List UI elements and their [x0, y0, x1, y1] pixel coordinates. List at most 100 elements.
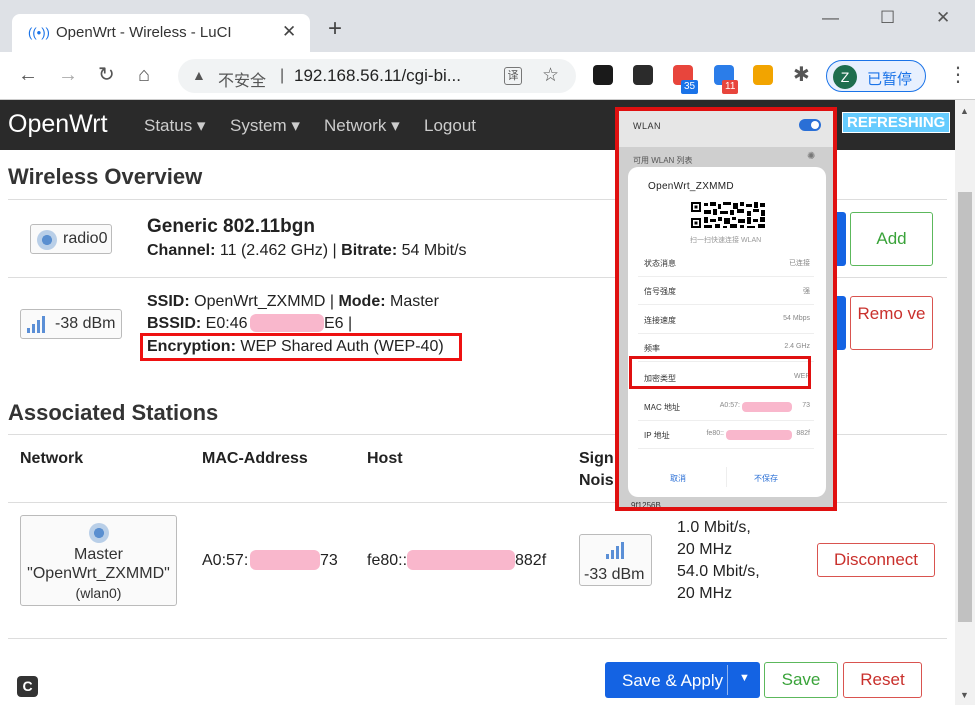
rate-line: 20 MHz	[677, 541, 733, 558]
redaction-mark	[407, 550, 515, 570]
rate-line: 54.0 Mbit/s,	[677, 563, 760, 580]
qr-code-icon	[690, 201, 766, 229]
omnibox-separator: |	[280, 67, 285, 84]
close-window-icon[interactable]: ✕	[936, 8, 950, 28]
bookmark-star-icon[interactable]: ☆	[542, 64, 559, 87]
c-logo-icon[interactable]: C	[17, 676, 38, 697]
row-value-suffix: 73	[802, 402, 810, 409]
station-signal-value: -33 dBm	[584, 566, 645, 583]
browser-toolbar: ← → ↻ ⌂ ▲ 不安全 | 192.168.56.11/cgi-bi... …	[0, 52, 975, 100]
save-button[interactable]: Save	[764, 662, 838, 698]
bssid-prefix: E0:46	[201, 315, 248, 332]
nav-system[interactable]: System ▾	[230, 116, 300, 136]
row-value: fe80::	[706, 430, 724, 437]
col-signal: Sign	[579, 450, 614, 467]
remove-button[interactable]: Remo ve	[850, 296, 933, 350]
mode-value: Master	[385, 293, 439, 310]
reload-icon[interactable]: ↻	[98, 64, 115, 86]
extension-icon[interactable]	[633, 65, 653, 85]
back-icon[interactable]: ←	[18, 64, 38, 86]
rate-line: 1.0 Mbit/s,	[677, 519, 751, 536]
avatar: Z	[833, 65, 857, 89]
row-value: 2.4 GHz	[784, 343, 810, 350]
phone-row-signal: 信号强度 强	[638, 277, 814, 305]
encryption-value: WEP Shared Auth (WEP-40)	[235, 338, 444, 355]
station-mode: Master	[74, 546, 123, 563]
host-suffix: 882f	[515, 552, 547, 569]
row-key: IP 地址	[644, 431, 670, 440]
add-button[interactable]: Add	[850, 212, 933, 266]
signal-button[interactable]: -38 dBm	[20, 309, 122, 339]
download-extension-icon[interactable]	[753, 65, 773, 85]
phone-row-ip: IP 地址 fe80:: 882f	[638, 421, 814, 449]
puzzle-extensions-icon[interactable]: ✱	[793, 64, 810, 86]
wifi-radio-icon	[89, 523, 109, 543]
scroll-up-icon[interactable]: ▲	[960, 106, 969, 116]
station-signal-button[interactable]: -33 dBm	[579, 534, 652, 586]
reset-button[interactable]: Reset	[843, 662, 922, 698]
url-text[interactable]: 192.168.56.11/cgi-bi...	[294, 66, 461, 86]
wifi-radio-icon	[37, 230, 57, 250]
nav-status[interactable]: Status ▾	[144, 116, 205, 136]
phone-row-speed: 连接速度 54 Mbps	[638, 306, 814, 334]
forward-icon[interactable]: →	[58, 64, 78, 86]
kebab-menu-icon[interactable]: ⋮	[948, 62, 968, 87]
dropdown-caret-icon[interactable]: ▼	[739, 672, 750, 684]
col-mac: MAC-Address	[202, 450, 308, 467]
scroll-down-icon[interactable]: ▼	[960, 690, 969, 700]
phone-qr-hint: 扫一扫快速连接 WLAN	[690, 237, 762, 244]
signal-bars-icon	[606, 541, 626, 559]
col-host: Host	[367, 450, 403, 467]
browser-title-bar: ((•)) OpenWrt - Wireless - LuCI ✕ + — ☐ …	[0, 0, 975, 52]
bssid-suffix: E6 |	[324, 315, 353, 332]
radio0-button[interactable]: radio0	[30, 224, 112, 254]
radio-label: radio0	[63, 230, 108, 247]
station-network-button[interactable]: Master "OpenWrt_ZXMMD" (wlan0)	[20, 515, 177, 606]
bitrate-label: Bitrate:	[341, 242, 398, 259]
phone-wlan-overlay: WLAN 可用 WLAN 列表 ✺ OpenWrt_ZXMMD 扫一扫快速连接 …	[615, 107, 837, 511]
save-apply-label: Save & Apply	[622, 671, 724, 690]
phone-forget-button[interactable]: 不保存	[754, 473, 778, 484]
signal-value: -38 dBm	[55, 315, 116, 332]
row-value-suffix: 882f	[796, 430, 810, 437]
ssid-label: SSID:	[147, 293, 190, 310]
signal-bars-icon	[27, 315, 47, 333]
page-scrollbar[interactable]: ▲ ▼	[955, 100, 975, 705]
button-divider	[726, 467, 727, 487]
scroll-thumb[interactable]	[958, 192, 972, 622]
encryption-label: Encryption:	[147, 338, 236, 355]
tab-close-icon[interactable]: ✕	[282, 22, 296, 42]
phone-bottom-fragment: 9f1256B	[631, 501, 661, 510]
radio-details: Channel: 11 (2.462 GHz) | Bitrate: 54 Mb…	[147, 242, 467, 260]
station-ssid: "OpenWrt_ZXMMD"	[27, 565, 170, 582]
bssid-label: BSSID:	[147, 315, 202, 332]
wlan-toggle[interactable]	[799, 119, 821, 131]
phone-cancel-button[interactable]: 取消	[670, 473, 686, 484]
nav-network[interactable]: Network ▾	[324, 116, 400, 136]
brand-logo[interactable]: OpenWrt	[8, 110, 108, 139]
disconnect-button[interactable]: Disconnect	[817, 543, 935, 577]
browser-tab[interactable]: ((•)) OpenWrt - Wireless - LuCI ✕	[12, 14, 310, 52]
nav-logout[interactable]: Logout	[424, 116, 476, 136]
tab-title: OpenWrt - Wireless - LuCI	[56, 24, 232, 41]
phone-row-mac: MAC 地址 A0:57: 73	[638, 393, 814, 421]
row-key: 状态消息	[644, 259, 676, 268]
translate-icon[interactable]: 译	[504, 67, 522, 85]
refreshing-badge[interactable]: REFRESHING	[842, 112, 951, 133]
profile-button[interactable]: Z 已暂停	[826, 60, 926, 92]
ssid-line: SSID: OpenWrt_ZXMMD | Mode: Master	[147, 293, 439, 311]
radio-name: Generic 802.11bgn	[147, 216, 315, 237]
insecure-label: 不安全	[218, 73, 267, 90]
save-apply-button[interactable]: Save & Apply ▼	[605, 662, 760, 698]
minimize-icon[interactable]: —	[822, 8, 839, 28]
phone-network-dialog: OpenWrt_ZXMMD 扫一扫快速连接 WLAN 状态消息 已连接 信号强度 强…	[628, 167, 826, 497]
station-iface: (wlan0)	[75, 585, 122, 601]
phone-wlan-header: WLAN	[619, 111, 833, 147]
new-tab-button[interactable]: +	[328, 17, 342, 41]
extension-icon[interactable]	[593, 65, 613, 85]
split-divider	[727, 665, 728, 695]
home-icon[interactable]: ⌂	[138, 64, 150, 86]
divider	[8, 638, 947, 639]
address-bar[interactable]: ▲ 不安全 | 192.168.56.11/cgi-bi... 译 ☆	[178, 59, 576, 93]
maximize-icon[interactable]: ☐	[880, 8, 895, 28]
